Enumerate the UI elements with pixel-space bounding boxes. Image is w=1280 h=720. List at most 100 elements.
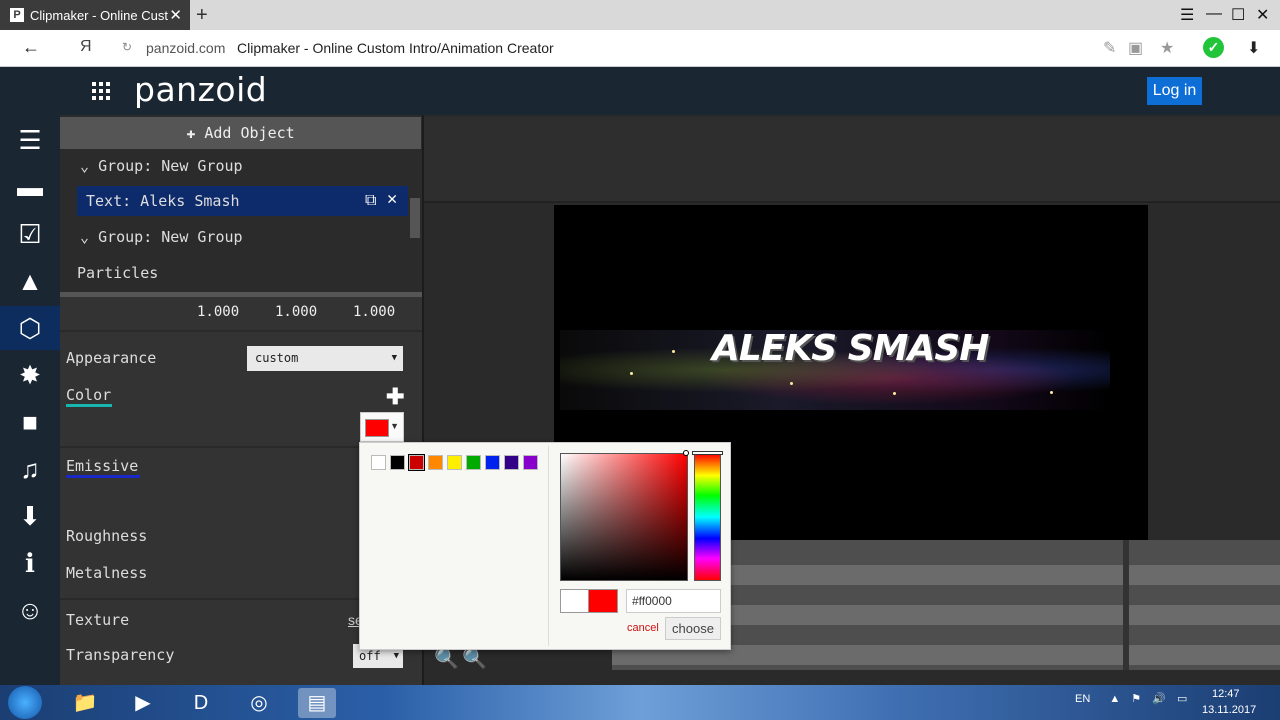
cancel-button[interactable]: cancel (627, 622, 659, 634)
maximize-button[interactable]: ☐ (1231, 5, 1245, 25)
previous-color-preview (560, 589, 589, 613)
checkbox-icon[interactable]: ☑ (0, 212, 60, 256)
duplicate-icon[interactable]: ⧉ (365, 190, 376, 210)
info-icon[interactable]: ℹ (0, 541, 60, 585)
scale-y-value[interactable]: 1.000 (275, 304, 317, 320)
new-tab-button[interactable]: + (196, 4, 208, 27)
burst-icon[interactable]: ✸ (0, 353, 60, 397)
transparency-label: Transparency (66, 646, 175, 664)
chevron-down-icon[interactable]: ⌄ (80, 157, 98, 175)
tree-item-selected[interactable]: Text: Aleks Smash ⧉ ✕ (77, 186, 408, 216)
star-icon[interactable]: ★ (1160, 38, 1174, 58)
star-particle (790, 382, 793, 385)
texture-label: Texture (66, 611, 130, 629)
reload-icon[interactable]: ↻ (122, 40, 132, 54)
palette-swatch[interactable] (371, 455, 386, 470)
security-check-icon[interactable]: ✓ (1203, 37, 1224, 58)
color-swatch (365, 419, 389, 437)
file-explorer-icon[interactable]: 📁 (66, 688, 104, 718)
3d-cube-icon[interactable]: ⬡ (0, 306, 60, 350)
color-handle[interactable] (683, 450, 689, 456)
url-page-title[interactable]: Clipmaker - Online Custom Intro/Animatio… (237, 40, 554, 56)
choose-button[interactable]: choose (665, 617, 721, 640)
lock-icon[interactable]: ▣ (1128, 38, 1143, 58)
palette-swatch[interactable] (485, 455, 500, 470)
hue-slider[interactable] (694, 453, 721, 581)
star-particle (893, 392, 896, 395)
download-icon[interactable]: ⬇ (0, 494, 60, 538)
back-arrow-icon[interactable]: ← (22, 37, 40, 58)
delete-icon[interactable]: ✕ (387, 189, 397, 209)
flag-icon[interactable]: ⚑ (1131, 693, 1141, 705)
palette-swatch[interactable] (408, 454, 425, 471)
folder-icon[interactable]: ▬ (0, 165, 60, 209)
emissive-underline (66, 475, 140, 478)
scale-x-value[interactable]: 1.000 (197, 304, 239, 320)
palette-swatch[interactable] (447, 455, 462, 470)
apps-grid-icon[interactable] (92, 82, 112, 102)
image-icon[interactable]: ▲ (0, 259, 60, 303)
chevron-down-icon[interactable]: ⌄ (80, 228, 98, 246)
volume-icon[interactable]: 🔊 (1152, 693, 1166, 705)
plus-icon: ✚ (186, 124, 205, 142)
browser-tab-bar (0, 0, 1280, 30)
metalness-label: Metalness (66, 564, 148, 582)
add-object-button[interactable]: ✚ Add Object (60, 117, 421, 149)
appearance-value: custom (255, 351, 299, 365)
active-app-icon[interactable]: ▤ (298, 688, 336, 718)
add-color-icon[interactable]: ✚ (386, 384, 404, 410)
picker-divider (548, 446, 549, 646)
close-tab-icon[interactable]: ✕ (169, 6, 182, 24)
tree-item-group[interactable]: ⌄ Group: New Group (80, 228, 243, 246)
color-swatch-button[interactable]: ▼ (360, 412, 404, 442)
palette-swatch[interactable] (523, 455, 538, 470)
address-bar: ← Я ↻ panzoid.com Clipmaker - Online Cus… (0, 30, 1280, 67)
hue-handle[interactable] (692, 451, 723, 455)
start-button[interactable] (8, 686, 42, 719)
app-d-icon[interactable]: D (182, 688, 220, 718)
tree-item-label: Group: New Group (98, 228, 243, 246)
search-engine-icon[interactable]: Я (80, 38, 92, 56)
appearance-label: Appearance (66, 349, 157, 367)
download-arrow-icon[interactable]: ⬇ (1247, 38, 1260, 58)
saturation-value-field[interactable] (560, 453, 688, 581)
network-icon[interactable]: ▭ (1177, 693, 1187, 705)
url-domain[interactable]: panzoid.com (146, 40, 225, 56)
palette-swatch[interactable] (428, 455, 443, 470)
add-object-label: Add Object (204, 124, 295, 142)
system-tray: EN ▲ ⚑ 🔊 ▭ (1075, 692, 1187, 705)
tree-item-particles[interactable]: Particles (77, 264, 158, 282)
palette-swatch[interactable] (466, 455, 481, 470)
appearance-select[interactable]: custom ▼ (247, 346, 403, 371)
clock-time[interactable]: 12:47 (1212, 688, 1240, 700)
camera-icon[interactable]: ■ (0, 400, 60, 444)
browser-menu-icon[interactable]: ☰ (1180, 5, 1194, 25)
minimize-button[interactable]: — (1206, 5, 1222, 23)
tree-item-group[interactable]: ⌄ Group: New Group (80, 157, 243, 175)
login-button[interactable]: Log in (1147, 77, 1202, 105)
panel-scrollbar[interactable] (410, 198, 420, 238)
scale-z-value[interactable]: 1.000 (353, 304, 395, 320)
emissive-label[interactable]: Emissive (66, 457, 138, 475)
tray-arrow-icon[interactable]: ▲ (1109, 693, 1120, 705)
language-indicator[interactable]: EN (1075, 693, 1090, 705)
star-particle (630, 372, 633, 375)
stage-toolbar (424, 117, 1280, 203)
preview-title-text: ALEKS SMASH (712, 328, 989, 369)
pin-icon[interactable]: ✎ (1103, 38, 1116, 58)
menu-icon[interactable]: ☰ (0, 118, 60, 162)
tree-item-label: Text: Aleks Smash (86, 192, 240, 210)
hex-input[interactable]: #ff0000 (626, 589, 721, 613)
color-label[interactable]: Color (66, 386, 111, 404)
smiley-icon[interactable]: ☺ (0, 588, 60, 632)
browser-tab[interactable]: P Clipmaker - Online Custo ✕ (0, 0, 190, 30)
panzoid-logo[interactable]: panzoid (134, 70, 267, 109)
close-window-button[interactable]: ✕ (1256, 5, 1269, 25)
palette-swatch[interactable] (504, 455, 519, 470)
music-icon[interactable]: ♫ (0, 447, 60, 491)
clock-date[interactable]: 13.11.2017 (1202, 704, 1256, 716)
timeline-playhead[interactable] (1123, 540, 1129, 670)
media-player-icon[interactable]: ▶ (124, 688, 162, 718)
palette-swatch[interactable] (390, 455, 405, 470)
browser-icon[interactable]: ◎ (240, 688, 278, 718)
